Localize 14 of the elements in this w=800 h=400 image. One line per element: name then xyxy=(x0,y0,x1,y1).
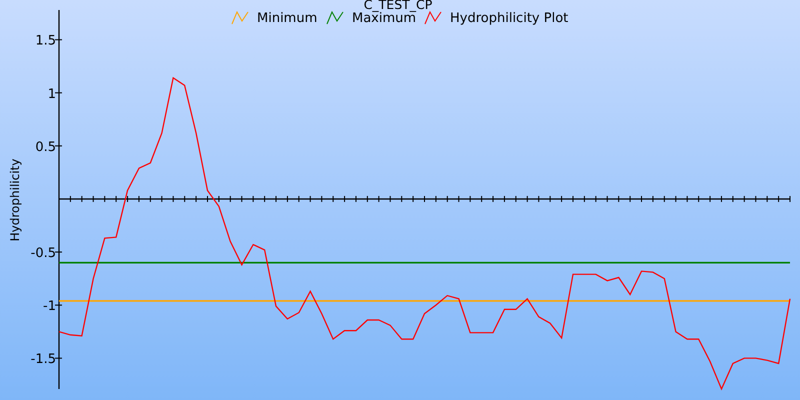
y-tick-label: -1.5 xyxy=(30,352,56,368)
legend-zigzag-icon xyxy=(232,10,248,24)
chart-title: C_TEST_CP xyxy=(364,0,432,12)
legend-label: Hydrophilicity Plot xyxy=(450,11,568,26)
y-tick-label: -1 xyxy=(43,299,56,314)
legend-label: Minimum xyxy=(257,11,318,26)
y-tick-label: 0.5 xyxy=(35,140,56,155)
legend-zigzag-icon xyxy=(326,10,344,24)
y-tick-label: -0.5 xyxy=(30,246,56,262)
legend-label: Maximum xyxy=(352,11,416,26)
y-tick-label: 1 xyxy=(48,86,56,102)
y-axis-label: Hydrophilicity xyxy=(8,158,22,242)
y-tick-label: 1.5 xyxy=(35,34,56,49)
legend-zigzag-icon xyxy=(424,10,442,24)
